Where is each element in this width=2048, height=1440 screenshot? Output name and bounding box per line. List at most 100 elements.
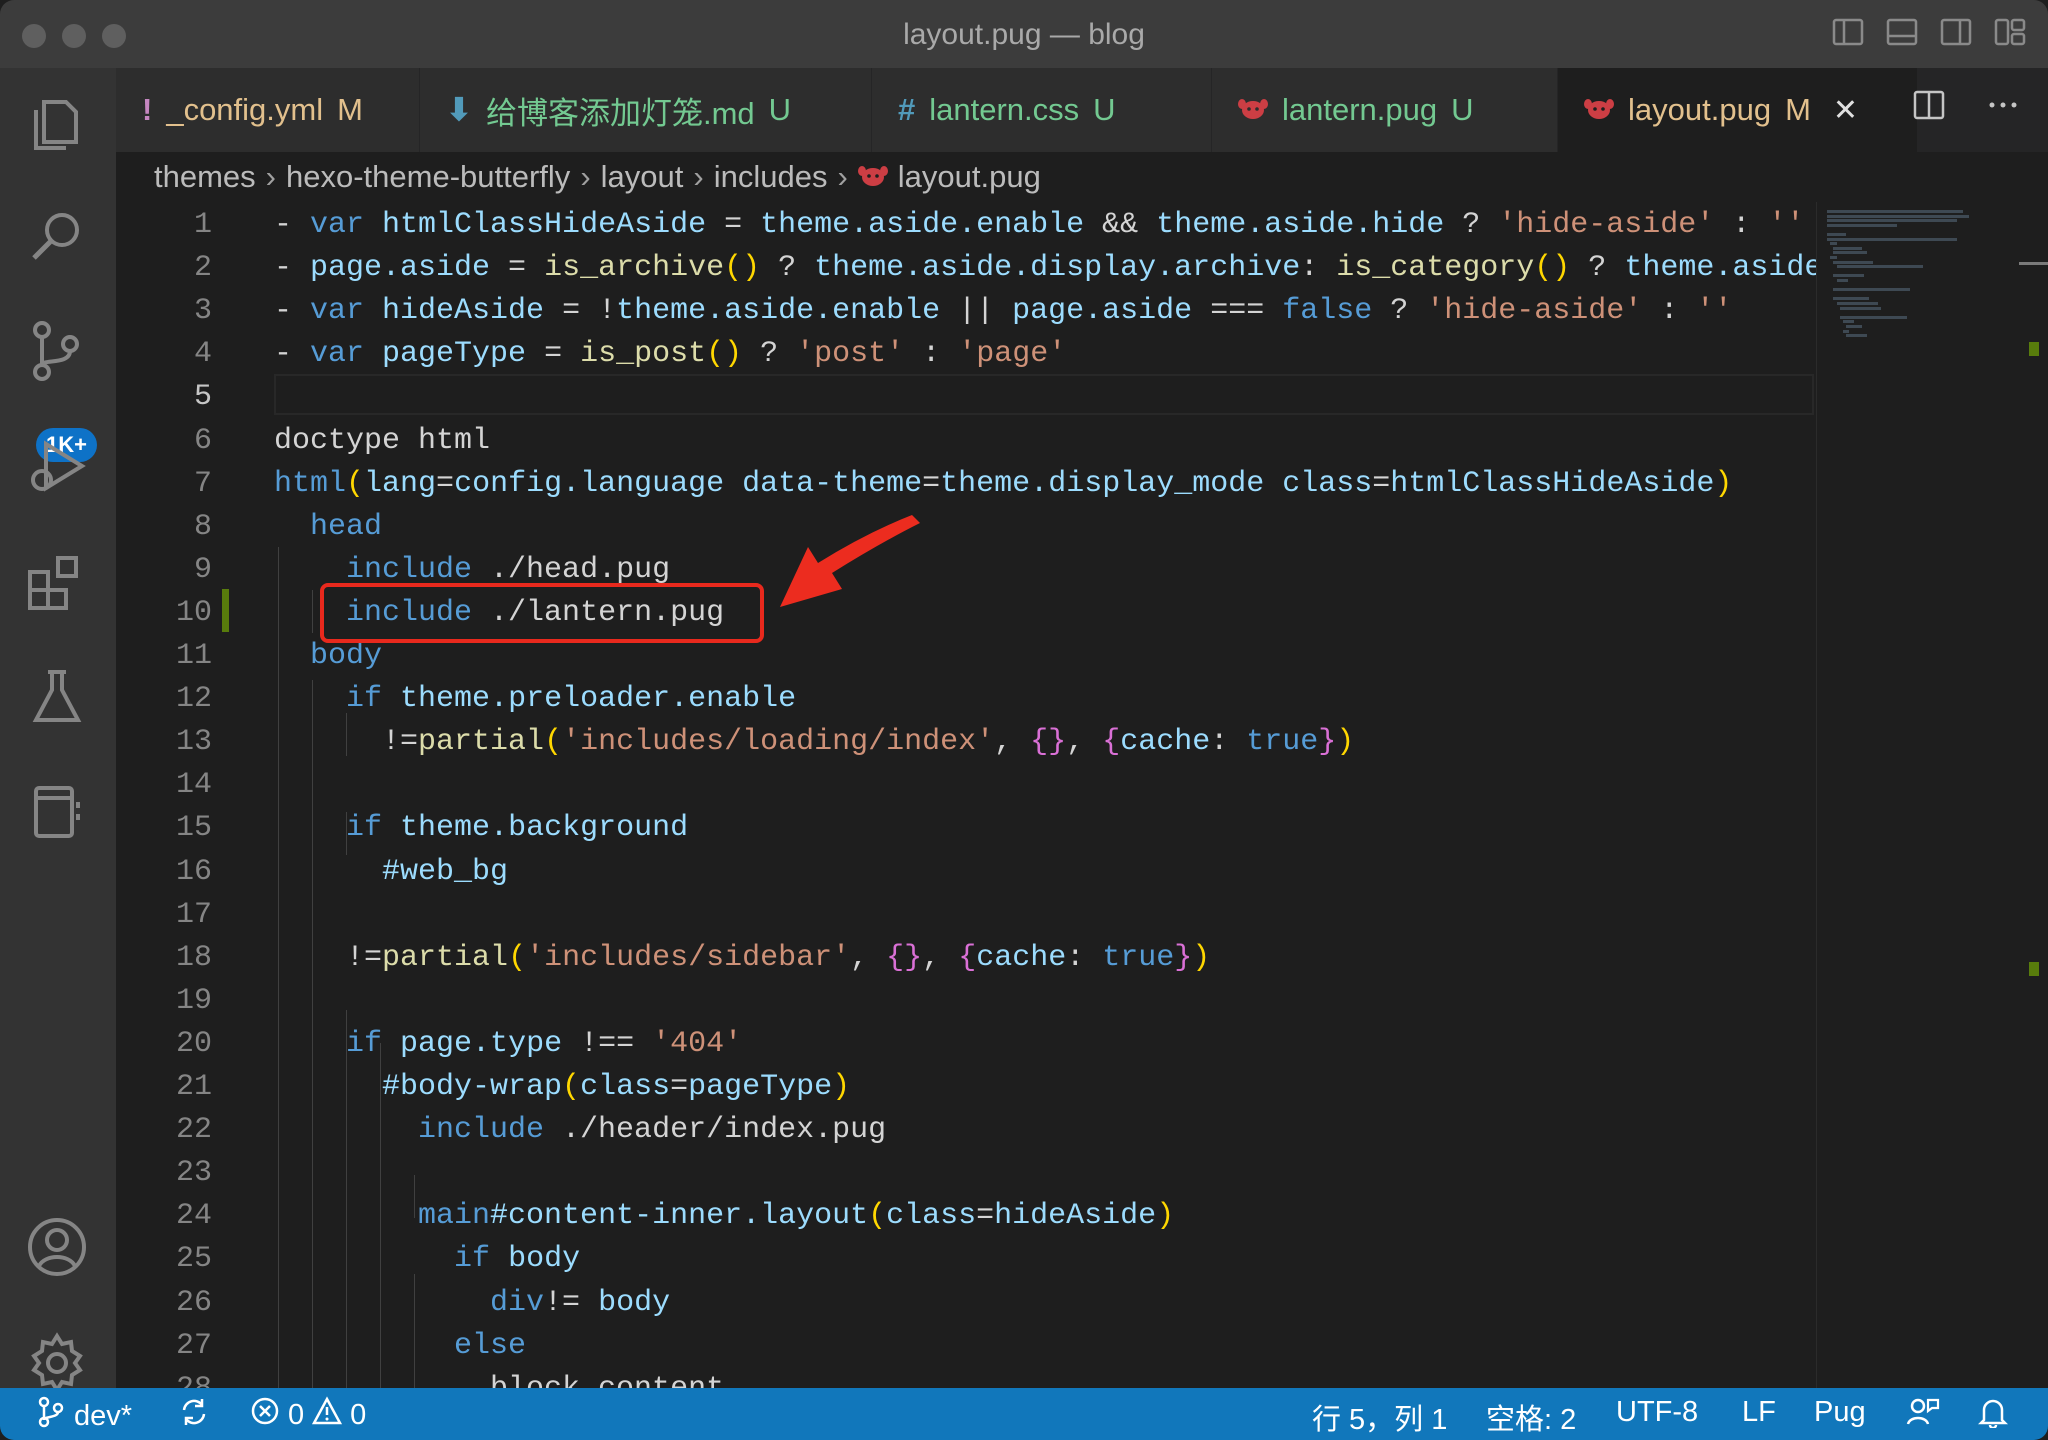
manage-gear-icon[interactable] [24, 1330, 90, 1396]
code-token: is_category [1336, 251, 1535, 286]
end-of-line[interactable]: LF [1742, 1396, 1776, 1429]
markdown-file-icon: ⬇ [446, 92, 472, 127]
code-token: : [1210, 725, 1247, 760]
account-icon[interactable] [24, 1214, 90, 1280]
minimap-line [1836, 279, 1848, 282]
code-token: 'hide-aside' [1498, 208, 1715, 242]
code-token: class [580, 1070, 671, 1104]
code-token: ? [742, 337, 797, 372]
code-line[interactable]: 4 - var pageType = is_post() ? 'post' : '… [116, 333, 1816, 376]
customize-layout-icon[interactable] [1994, 16, 2026, 48]
code-line[interactable]: 21 #body-wrap(class=pageType) [116, 1066, 1816, 1109]
source-control-icon[interactable] [24, 318, 90, 384]
code-text: html(lang=config.language data-theme=the… [274, 463, 1732, 506]
code-text: block content [274, 1368, 724, 1388]
branch-indicator[interactable]: dev* [36, 1396, 132, 1436]
line-number: 3 [193, 294, 212, 329]
code-token: , [1066, 725, 1103, 760]
indentation[interactable]: 空格: 2 [1486, 1396, 1576, 1438]
tab-lantern-md[interactable]: ⬇ 给博客添加灯笼.md U [420, 68, 872, 152]
line-number: 26 [175, 1285, 212, 1320]
tab-status: U [1451, 92, 1474, 127]
code-token: - [274, 251, 311, 286]
breadcrumb-item[interactable]: includes [714, 159, 828, 195]
code-token: = [490, 251, 545, 286]
code-line[interactable]: 23 [116, 1152, 1816, 1195]
language-mode[interactable]: Pug [1814, 1396, 1866, 1429]
code-token: data-theme [742, 466, 923, 501]
code-editor[interactable]: 1 - var htmlClassHideAside = theme.aside.… [116, 202, 1816, 1388]
tab-lantern-pug[interactable]: lantern.pug U [1212, 68, 1558, 152]
testing-icon[interactable] [24, 664, 90, 730]
code-line[interactable]: 16 #web_bg [116, 851, 1816, 894]
code-line[interactable]: 27 else [116, 1325, 1816, 1368]
code-token: body [274, 639, 383, 673]
code-line[interactable]: 18 !=partial('includes/sidebar', {}, {ca… [116, 937, 1816, 980]
code-token: var [310, 294, 383, 329]
code-line[interactable]: 20 if page.type !== '404' [116, 1023, 1816, 1066]
code-line[interactable]: 6 doctype html [116, 420, 1816, 463]
code-line[interactable]: 25 if body [116, 1238, 1816, 1281]
breadcrumb-item[interactable]: layout [601, 159, 684, 195]
code-line[interactable]: 14 [116, 764, 1816, 807]
tab-lantern-css[interactable]: # lantern.css U [872, 68, 1212, 152]
cursor-position[interactable]: 行 5，列 1 [1312, 1396, 1447, 1438]
toggle-secondary-sidebar-icon[interactable] [1940, 16, 1972, 48]
error-icon [250, 1396, 280, 1434]
breadcrumb-item[interactable]: themes [154, 159, 256, 195]
more-actions-icon[interactable] [1986, 88, 2020, 127]
run-and-debug-icon[interactable] [24, 434, 90, 500]
code-line[interactable]: 22 include ./header/index.pug [116, 1109, 1816, 1152]
close-tab-icon[interactable]: ✕ [1833, 93, 1858, 128]
tab-status: U [1093, 92, 1116, 127]
feedback-icon[interactable] [1906, 1396, 1940, 1428]
explorer-icon[interactable] [24, 88, 90, 154]
code-token: body [508, 1242, 581, 1277]
code-line[interactable]: 28 block content [116, 1368, 1816, 1388]
code-line[interactable]: 15 if theme.background [116, 807, 1816, 850]
breadcrumb-item[interactable]: layout.pug [898, 159, 1041, 195]
tab-config-yml[interactable]: ! _config.yml M [116, 68, 420, 152]
minimap-line [1843, 329, 1850, 333]
minimap[interactable] [1816, 202, 2048, 1388]
code-line[interactable]: 24 main#content-inner.layout(class=hideA… [116, 1195, 1816, 1238]
code-line[interactable]: 1 - var htmlClassHideAside = theme.aside.… [116, 204, 1816, 247]
encoding[interactable]: UTF-8 [1616, 1396, 1698, 1429]
minimap-line [1830, 256, 1837, 259]
code-token: '' [1696, 294, 1733, 329]
extensions-icon[interactable] [24, 550, 90, 616]
code-token: : [1714, 208, 1769, 242]
code-token: ./header/index.pug [544, 1113, 887, 1148]
code-line[interactable]: 2- page.aside = is_archive() ? theme.asi… [116, 247, 1816, 290]
code-line[interactable]: 19 [116, 980, 1816, 1023]
code-line[interactable]: 13 !=partial('includes/loading/index', {… [116, 721, 1816, 764]
code-token: , [994, 725, 1031, 760]
code-line[interactable]: 12 if theme.preloader.enable [116, 678, 1816, 721]
code-token: || [940, 294, 1013, 329]
breadcrumb-item[interactable]: hexo-theme-butterfly [286, 159, 570, 195]
code-token: if [274, 811, 383, 846]
code-line[interactable]: 7 html(lang=config.language data-theme=th… [116, 463, 1816, 506]
tab-label: 给博客添加灯笼.md [485, 95, 755, 131]
toggle-primary-sidebar-icon[interactable] [1832, 16, 1864, 48]
code-line[interactable]: 8 head [116, 506, 1816, 549]
code-token: doctype html [274, 423, 491, 458]
split-editor-icon[interactable] [1912, 88, 1946, 127]
tab-layout-pug[interactable]: layout.pug M ✕ [1558, 68, 1918, 152]
code-text: if body [274, 1238, 580, 1281]
toggle-panel-icon[interactable] [1886, 16, 1918, 48]
code-line[interactable]: 26 div!= body [116, 1282, 1816, 1325]
problems-indicator[interactable]: 0 0 [250, 1396, 366, 1434]
code-line[interactable]: 17 [116, 894, 1816, 937]
notifications-bell-icon[interactable] [1978, 1396, 2008, 1428]
minimap-line [1827, 210, 1963, 213]
pug-file-icon [857, 159, 888, 195]
search-icon[interactable] [24, 204, 90, 270]
code-line[interactable]: 3 - var hideAside = !theme.aside.enable |… [116, 290, 1816, 333]
code-token: var [310, 208, 383, 242]
sync-icon[interactable] [178, 1396, 210, 1428]
notebook-icon[interactable] [24, 780, 90, 846]
code-line[interactable]: 5 [116, 376, 1816, 419]
